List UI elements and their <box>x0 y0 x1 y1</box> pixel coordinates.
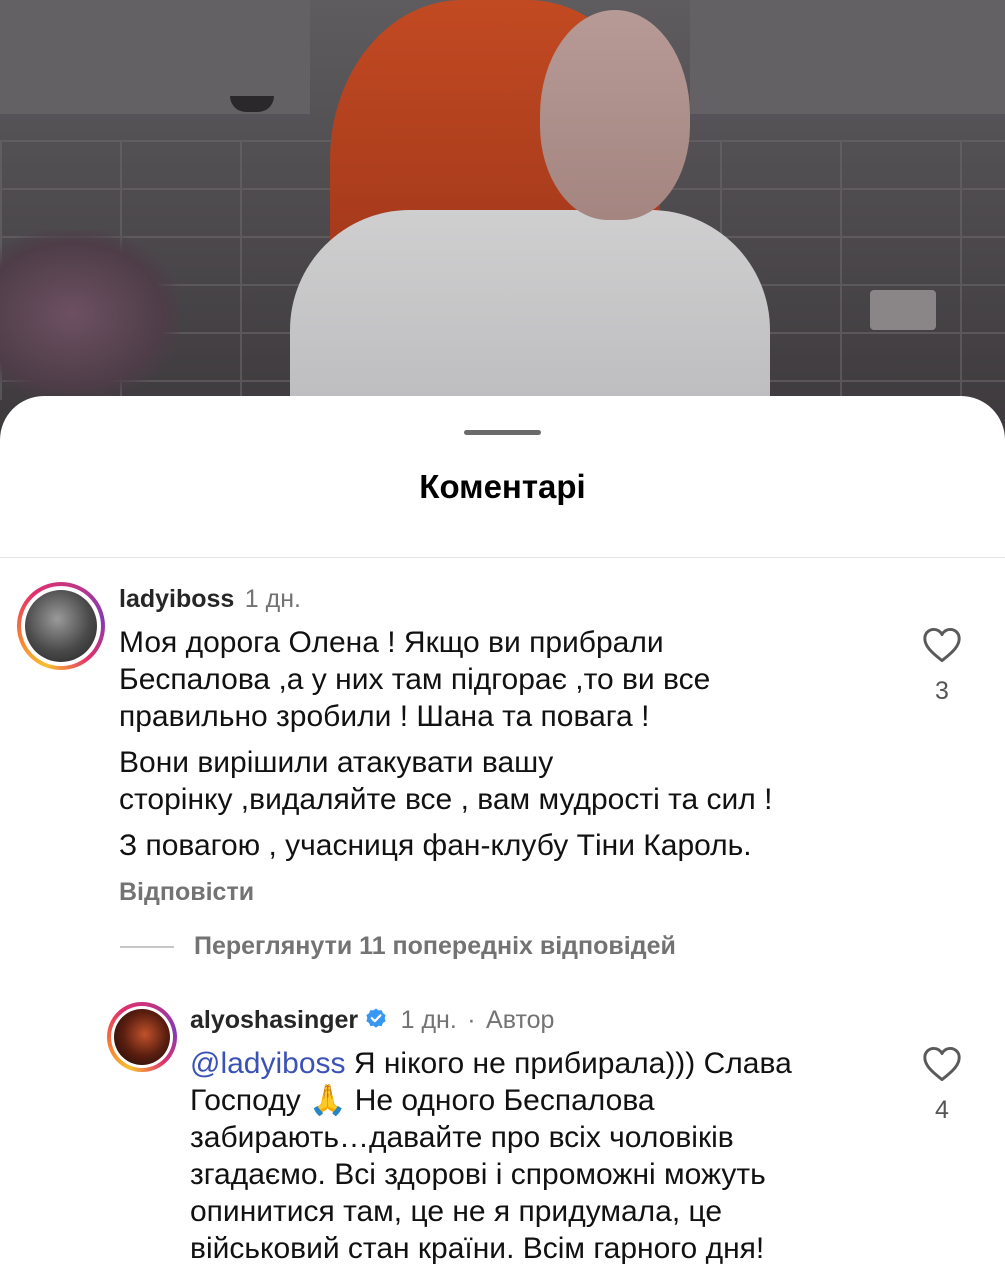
comment-paragraph: З повагою , учасниця фан-клубу Тіни Каро… <box>119 827 899 864</box>
comment-line: @ladyiboss Я нікого не прибирала))) Слав… <box>190 1045 910 1082</box>
meta-separator: · <box>467 1006 476 1034</box>
like-count: 4 <box>935 1096 949 1124</box>
mention-link[interactable]: @ladyiboss <box>190 1047 346 1080</box>
comment-username[interactable]: alyoshasinger <box>190 1006 358 1034</box>
avatar[interactable] <box>17 582 105 670</box>
comment-body: @ladyiboss Я нікого не прибирала))) Слав… <box>190 1045 910 1267</box>
comment-line: З повагою , учасниця фан-клубу Тіни Каро… <box>119 829 752 862</box>
comment-line: Моя дорога Олена ! Якщо ви прибрали <box>119 626 664 659</box>
header-divider <box>0 557 1005 558</box>
sheet-title: Коментарі <box>419 468 586 505</box>
like-count: 3 <box>935 677 949 705</box>
comment-username[interactable]: ladyiboss <box>119 585 234 613</box>
like-control: 4 <box>917 1046 967 1125</box>
heart-outline-icon[interactable] <box>922 1046 962 1082</box>
person-face <box>540 10 690 220</box>
verified-badge-icon <box>366 1008 386 1028</box>
comment-line: сторінку ,видаляйте все , вам мудрості т… <box>119 783 773 816</box>
replies-divider-line <box>120 945 174 948</box>
comment-paragraph: Вони вирішили атакувати вашу сторінку ,в… <box>119 744 899 818</box>
sheet-grabber[interactable] <box>464 430 541 435</box>
reply-button[interactable]: Відповісти <box>119 878 254 907</box>
kitchen-cabinet <box>0 0 310 120</box>
comment-line: Вони вирішили атакувати вашу <box>119 746 554 779</box>
heart-outline-icon[interactable] <box>922 627 962 663</box>
comment-text: Я нікого не прибирала))) Слава <box>345 1047 792 1080</box>
comment-line: згадаємо. Всі здорові і спроможні можуть <box>190 1158 766 1191</box>
comment-line: Господу 🙏 Не одного Беспалова <box>190 1084 655 1117</box>
view-replies-button[interactable]: Переглянути 11 попередніх відповідей <box>120 932 676 961</box>
comment-paragraph: Моя дорога Олена ! Якщо ви прибрали Бесп… <box>119 624 899 735</box>
comment-line: опинитися там, це не я придумала, це <box>190 1195 723 1228</box>
comment-header: alyoshasinger 1 дн. · Автор <box>190 1006 554 1035</box>
comment-header: ladyiboss 1 дн. <box>119 585 301 614</box>
comment-time: 1 дн. <box>400 1006 457 1034</box>
comment-line: забирають…давайте про всіх чоловіків <box>190 1121 734 1154</box>
author-badge: Автор <box>486 1006 555 1034</box>
wall-socket <box>870 290 936 330</box>
avatar-image <box>114 1009 170 1065</box>
comment-line: Беспалова ,а у них там підгорає ,то ви в… <box>119 663 711 696</box>
comment-time: 1 дн. <box>244 585 301 613</box>
comment-body: Моя дорога Олена ! Якщо ви прибрали Бесп… <box>119 624 899 864</box>
cabinet-handle <box>230 96 274 112</box>
view-replies-label: Переглянути 11 попередніх відповідей <box>194 932 676 960</box>
avatar[interactable] <box>107 1002 177 1072</box>
avatar-image <box>25 590 97 662</box>
comment-line: правильно зробили ! Шана та повага ! <box>119 700 650 733</box>
person-shirt <box>290 210 770 410</box>
like-control: 3 <box>917 627 967 706</box>
comment-line: військовий стан країни. Всім гарного дня… <box>190 1232 765 1265</box>
kitchen-cabinet <box>690 0 1005 120</box>
dried-flowers <box>0 230 180 400</box>
